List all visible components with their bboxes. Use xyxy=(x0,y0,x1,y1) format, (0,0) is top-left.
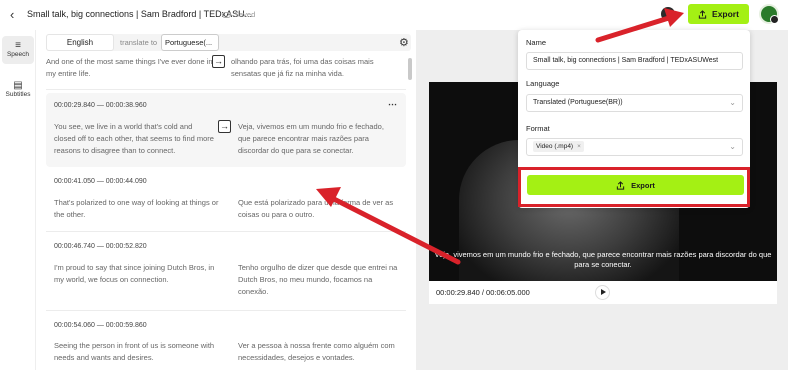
source-language[interactable]: English xyxy=(46,34,114,51)
export-button[interactable]: Export xyxy=(688,4,749,24)
share-icon xyxy=(616,180,625,190)
segment-time: 00:00:29.840 — 00:00:38.960 xyxy=(54,102,147,109)
segment-source[interactable]: You see, we live in a world that's cold … xyxy=(54,121,216,157)
chevron-left-icon[interactable]: ‹ xyxy=(10,7,14,22)
segment-translation[interactable]: olhando para trás, foi uma das coisas ma… xyxy=(231,56,399,80)
format-select[interactable]: Video (.mp4) × ⌄ xyxy=(526,138,743,156)
language-value: Translated (Portuguese(BR)) xyxy=(533,99,623,106)
waveform-icon: ≡ xyxy=(15,40,21,51)
segment-source[interactable]: And one of the most same things I've eve… xyxy=(46,56,214,80)
saved-label: Saved xyxy=(234,10,256,19)
settings-icon[interactable]: ⚙ xyxy=(399,36,409,49)
timecode: 00:00:29.840 / 00:06:05.000 xyxy=(436,288,530,297)
play-button[interactable] xyxy=(595,285,610,300)
segment-source[interactable]: I'm proud to say that since joining Dutc… xyxy=(54,262,222,286)
cloud-icon xyxy=(222,12,231,19)
segment-time: 00:00:54.060 — 00:00:59.860 xyxy=(54,322,147,329)
translate-arrow-icon[interactable]: → xyxy=(212,55,225,68)
export-confirm-button[interactable]: Export xyxy=(527,175,744,195)
target-language-select[interactable]: Portuguese(... xyxy=(161,34,219,51)
document-title: Small talk, big connections | Sam Bradfo… xyxy=(27,9,253,19)
translate-to-label: translate to xyxy=(120,38,158,47)
chevron-down-icon: ⌄ xyxy=(729,98,736,107)
export-button-label: Export xyxy=(712,9,739,19)
chevron-down-icon: ⌄ xyxy=(729,142,736,151)
segment-translation[interactable]: Que está polarizado para uma forma de ve… xyxy=(238,197,398,221)
segment-time: 00:00:46.740 — 00:00:52.820 xyxy=(54,243,147,250)
segment-translation[interactable]: Ver a pessoa à nossa frente como alguém … xyxy=(238,340,398,364)
divider xyxy=(46,310,406,311)
language-label: Language xyxy=(526,79,560,88)
share-icon xyxy=(698,9,707,19)
segment-source[interactable]: Seeing the person in front of us is some… xyxy=(54,340,222,364)
divider xyxy=(46,231,406,232)
nav-subtitles-label: Subtitles xyxy=(5,91,31,98)
subtitle-editor: English translate to Portuguese(... ⚙ An… xyxy=(38,30,415,370)
left-nav: ≡ Speech ▤ Subtitles xyxy=(0,30,36,370)
remove-icon[interactable]: × xyxy=(577,143,581,150)
subtitles-icon: ▤ xyxy=(13,80,23,91)
segment-source[interactable]: That's polarized to one way of looking a… xyxy=(54,197,222,221)
language-select[interactable]: Translated (Portuguese(BR)) ⌄ xyxy=(526,94,743,112)
language-bar: English translate to Portuguese(... ⚙ xyxy=(46,34,411,51)
translate-arrow-icon[interactable]: → xyxy=(218,120,231,133)
nav-subtitles[interactable]: ▤ Subtitles xyxy=(2,76,34,104)
segment-translation[interactable]: Tenho orgulho de dizer que desde que ent… xyxy=(238,262,398,298)
editor-scrollbar[interactable] xyxy=(408,58,412,80)
nav-speech[interactable]: ≡ Speech xyxy=(2,36,34,64)
player-controls: 00:00:29.840 / 00:06:05.000 xyxy=(429,281,777,304)
video-caption: Veja, vivemos em um mundo frio e fechado… xyxy=(434,250,772,269)
top-bar: ‹ Small talk, big connections | Sam Brad… xyxy=(0,0,788,30)
name-field[interactable]: Small talk, big connections | Sam Bradfo… xyxy=(526,52,743,70)
avatar[interactable] xyxy=(759,4,779,24)
saved-status: Saved xyxy=(222,10,255,19)
divider xyxy=(46,89,406,90)
more-icon[interactable]: ⋯ xyxy=(388,99,397,110)
export-confirm-label: Export xyxy=(631,180,655,190)
segment-time: 00:00:41.050 — 00:00:44.090 xyxy=(54,178,147,185)
name-label: Name xyxy=(526,38,547,47)
nav-speech-label: Speech xyxy=(6,51,30,58)
format-value: Video (.mp4) xyxy=(536,143,574,150)
help-icon[interactable] xyxy=(661,7,675,21)
segment-translation[interactable]: Veja, vivemos em um mundo frio e fechado… xyxy=(238,121,398,157)
format-label: Format xyxy=(526,124,550,133)
format-chip: Video (.mp4) × xyxy=(533,141,584,152)
